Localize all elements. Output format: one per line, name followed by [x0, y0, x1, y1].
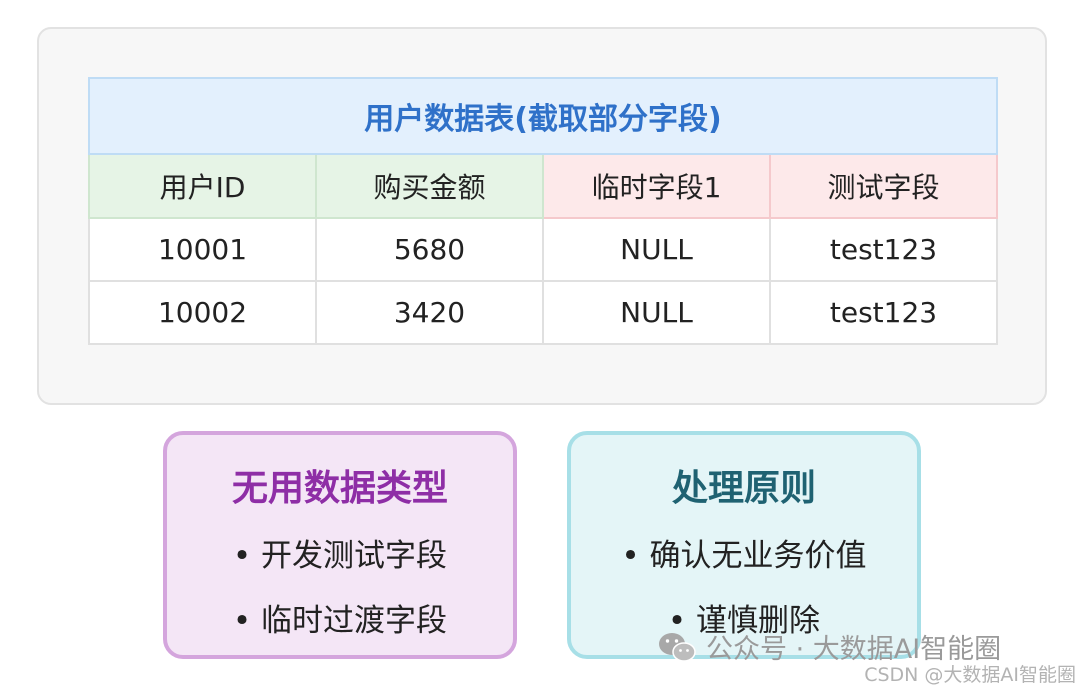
list-item: • 开发测试字段 [232, 538, 448, 574]
card-title: 无用数据类型 [231, 468, 448, 509]
wechat-icon [659, 632, 696, 662]
column-header-test-field: 测试字段 [769, 153, 998, 219]
source-credit: CSDN @大数据AI智能圈 [864, 664, 1076, 686]
table-title: 用户数据表(截取部分字段) [88, 77, 998, 155]
table-cell: test123 [769, 217, 998, 282]
table-cell: NULL [542, 280, 771, 345]
useless-data-types-card: 无用数据类型 • 开发测试字段 • 临时过渡字段 [163, 431, 517, 659]
table-row: 10001 5680 NULL test123 [88, 217, 998, 282]
card-title: 处理原则 [671, 468, 816, 509]
table-cell: 5680 [315, 217, 544, 282]
column-header-user-id: 用户ID [88, 153, 317, 219]
table-cell: test123 [769, 280, 998, 345]
column-header-purchase-amount: 购买金额 [315, 153, 544, 219]
list-item: • 确认无业务价值 [621, 538, 867, 574]
handling-principles-card: 处理原则 • 确认无业务价值 • 谨慎删除 [567, 431, 921, 659]
table-cell: 10001 [88, 217, 317, 282]
column-header-temp-field: 临时字段1 [542, 153, 771, 219]
table-row: 10002 3420 NULL test123 [88, 280, 998, 345]
user-data-table: 用户数据表(截取部分字段) 用户ID 购买金额 临时字段1 测试字段 10001… [88, 77, 998, 345]
table-cell: NULL [542, 217, 771, 282]
list-item: • 临时过渡字段 [232, 603, 448, 639]
table-cell: 10002 [88, 280, 317, 345]
table-cell: 3420 [315, 280, 544, 345]
